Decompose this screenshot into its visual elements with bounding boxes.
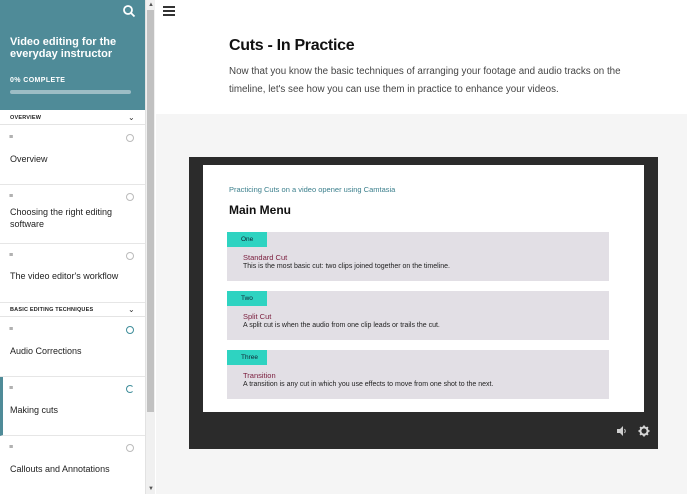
card-title: Split Cut (243, 312, 272, 321)
video-subtitle: Practicing Cuts on a video opener using … (229, 185, 396, 194)
lesson-label: Choosing the right editing software (10, 207, 113, 229)
lesson-label: Callouts and Annotations (10, 464, 110, 474)
video-player[interactable]: Practicing Cuts on a video opener using … (189, 157, 658, 449)
volume-icon[interactable] (617, 426, 628, 436)
status-circle-icon (126, 444, 134, 452)
card-title: Transition (243, 371, 276, 380)
sidebar-item-overview[interactable]: ≡ Overview (0, 126, 145, 185)
lesson-text-icon: ≡ (9, 326, 14, 333)
in-progress-circle-icon (126, 385, 134, 393)
course-sidebar: Video editing for the everyday instructo… (0, 0, 145, 494)
lesson-text-icon: ≡ (9, 252, 14, 259)
sidebar-item-callouts[interactable]: ≡ Callouts and Annotations (0, 436, 145, 494)
video-menu-title: Main Menu (229, 203, 291, 217)
scrollbar-thumb[interactable] (147, 10, 154, 412)
card-tag: Two (227, 291, 267, 306)
lesson-intro-text: Now that you know the basic techniques o… (229, 66, 621, 95)
card-title: Standard Cut (243, 253, 288, 262)
section-title: OVERVIEW (10, 115, 42, 121)
course-header: Video editing for the everyday instructo… (0, 0, 145, 110)
sidebar-item-making-cuts[interactable]: ≡ Making cuts (0, 377, 145, 436)
card-description: This is the most basic cut: two clips jo… (243, 263, 450, 270)
card-tag: One (227, 232, 267, 247)
app-window: Video editing for the everyday instructo… (0, 0, 687, 494)
section-title: BASIC EDITING TECHNIQUES (10, 307, 94, 313)
lesson-content: Cuts - In Practice Now that you know the… (156, 0, 687, 494)
menu-card-two: Two Split Cut A split cut is when the au… (227, 291, 609, 340)
sidebar-item-audio-corrections[interactable]: ≡ Audio Corrections (0, 318, 145, 377)
progress-bar (10, 90, 131, 94)
lesson-text-icon: ≡ (9, 385, 14, 392)
search-icon[interactable] (122, 4, 136, 18)
section-overview[interactable]: OVERVIEW ⌄ (0, 111, 145, 125)
section-basic-editing[interactable]: BASIC EDITING TECHNIQUES ⌄ (0, 303, 145, 317)
sidebar-item-choosing-software[interactable]: ≡ Choosing the right editing software (0, 185, 145, 244)
lesson-label: The video editor's workflow (10, 271, 119, 281)
card-description: A split cut is when the audio from one c… (243, 322, 440, 329)
lesson-text-icon: ≡ (9, 444, 14, 451)
menu-card-one: One Standard Cut This is the most basic … (227, 232, 609, 281)
chevron-down-icon: ⌄ (128, 305, 135, 314)
status-circle-icon (126, 252, 134, 260)
lesson-label: Overview (10, 154, 48, 164)
page-title: Cuts - In Practice (229, 37, 355, 54)
progress-label: 0% COMPLETE (10, 77, 66, 84)
card-description: A transition is any cut in which you use… (243, 381, 494, 388)
lesson-label: Audio Corrections (10, 346, 82, 356)
hamburger-menu-icon[interactable] (163, 6, 175, 16)
chevron-down-icon: ⌄ (128, 113, 135, 122)
card-tag: Three (227, 350, 267, 365)
lesson-label: Making cuts (10, 405, 59, 415)
lesson-text-icon: ≡ (9, 193, 14, 200)
lesson-text-icon: ≡ (9, 134, 14, 141)
scroll-up-arrow-icon[interactable]: ▲ (148, 2, 154, 8)
sidebar-item-editor-workflow[interactable]: ≡ The video editor's workflow (0, 244, 145, 303)
status-circle-icon (126, 134, 134, 142)
status-circle-icon (126, 326, 134, 334)
status-circle-icon (126, 193, 134, 201)
gear-icon[interactable] (638, 425, 650, 437)
menu-card-three: Three Transition A transition is any cut… (227, 350, 609, 399)
sidebar-scrollbar[interactable]: ▲ ▼ (145, 0, 155, 494)
video-frame: Practicing Cuts on a video opener using … (203, 165, 644, 412)
course-title: Video editing for the everyday instructo… (10, 36, 117, 60)
scroll-down-arrow-icon[interactable]: ▼ (148, 486, 154, 492)
